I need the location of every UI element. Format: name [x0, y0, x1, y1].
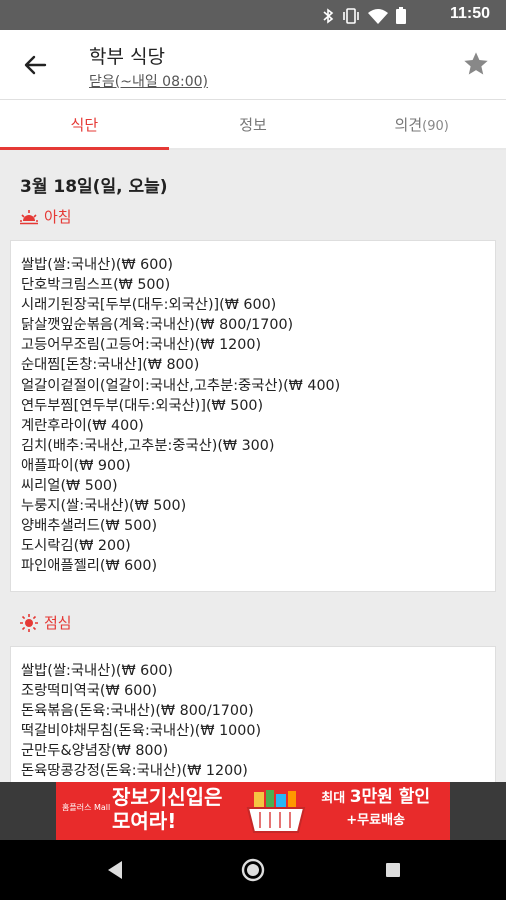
page-title: 학부 식당: [89, 46, 165, 68]
sun-icon: [20, 613, 38, 632]
menu-item: 단호박크림스프(₩ 500): [21, 277, 171, 294]
menu-item: 애플파이(₩ 900): [21, 457, 131, 474]
menu-item: 조랑떡미역국(₩ 600): [21, 683, 158, 700]
ad-margin-left: [0, 782, 56, 840]
ad-banner[interactable]: 홈플러스 Mall 장보기신입은 모여라! 최대 3만원 할인 +무료배송: [56, 782, 450, 840]
menu-item: 계란후라이(₩ 400): [21, 417, 144, 434]
review-count: (90): [422, 119, 449, 134]
menu-list: 쌀밥(쌀:국내산)(₩ 600) 단호박크림스프(₩ 500) 시래기된장국[두…: [11, 241, 495, 591]
meal-header-lunch: 점심: [20, 612, 72, 633]
menu-item: 연두부찜[연두부(대두:외국산)](₩ 500): [21, 397, 264, 414]
menu-item: 닭살깻잎순볶음(계육:국내산)(₩ 800/1700): [21, 317, 294, 334]
app-bar: 학부 식당 닫음(~내일 08:00): [0, 30, 506, 100]
menu-item: 시래기된장국[두부(대두:외국산)](₩ 600): [21, 297, 277, 314]
menu-item: 씨리얼(₩ 500): [21, 478, 118, 495]
home-circle-icon[interactable]: [238, 855, 268, 885]
meal-header-breakfast: 아침: [20, 206, 72, 227]
meal-name: 점심: [44, 614, 72, 632]
menu-item: 돈육땅콩강정(돈육:국내산)(₩ 1200): [21, 763, 248, 780]
tab-info[interactable]: 정보: [169, 100, 338, 148]
meal-name: 아침: [44, 208, 72, 226]
ad-headline: 장보기신입은 모여라!: [112, 785, 222, 833]
status-icons: [322, 7, 406, 24]
menu-item: 얼갈이겉절이(얼갈이:국내산,고추분:중국산)(₩ 400): [21, 377, 341, 394]
star-icon[interactable]: [462, 50, 490, 78]
menu-item: 고등어무조림(고등어:국내산)(₩ 1200): [21, 337, 262, 354]
menu-card-lunch: 쌀밥(쌀:국내산)(₩ 600) 조랑떡미역국(₩ 600) 돈육볶음(돈육:국…: [10, 646, 496, 782]
menu-card-breakfast: 쌀밥(쌀:국내산)(₩ 600) 단호박크림스프(₩ 500) 시래기된장국[두…: [10, 240, 496, 592]
menu-item: 돈육볶음(돈육:국내산)(₩ 800/1700): [21, 703, 254, 720]
status-bar: 11:50: [0, 0, 506, 30]
clock: 11:50: [449, 5, 490, 22]
arrow-back-icon[interactable]: [20, 50, 50, 80]
menu-item: 양배추샐러드(₩ 500): [21, 518, 158, 535]
ad-brand: 홈플러스 Mall: [62, 803, 111, 812]
vibrate-icon: [343, 7, 359, 24]
system-nav-bar: [0, 840, 506, 900]
hours-link[interactable]: 닫음(~내일 08:00): [89, 71, 208, 91]
menu-item: 쌀밥(쌀:국내산)(₩ 600): [21, 257, 174, 273]
menu-item: 쌀밥(쌀:국내산)(₩ 600): [21, 663, 174, 679]
ad-promo-prefix: 최대: [321, 791, 346, 806]
ad-margin-right: [450, 782, 506, 840]
menu-item: 순대찜[돈창:국내산](₩ 800): [21, 357, 200, 374]
menu-list: 쌀밥(쌀:국내산)(₩ 600) 조랑떡미역국(₩ 600) 돈육볶음(돈육:국…: [11, 647, 495, 782]
ad-promo-discount: 3만원 할인: [349, 787, 430, 807]
tab-menu[interactable]: 식단: [0, 100, 169, 150]
ad-promo: 최대 3만원 할인 +무료배송: [321, 786, 430, 832]
screen: 11:50 학부 식당 닫음(~내일 08:00) 식단 정보 의견(90) 3…: [0, 0, 506, 900]
ad-promo-shipping: +무료배송: [346, 813, 405, 828]
bluetooth-icon: [323, 7, 334, 24]
menu-item: 군만두&양념장(₩ 800): [21, 743, 169, 760]
tab-reviews[interactable]: 의견(90): [337, 100, 506, 148]
tab-label: 의견: [394, 116, 423, 134]
menu-item: 누룽지(쌀:국내산)(₩ 500): [21, 498, 187, 515]
sunrise-icon: [20, 209, 38, 224]
menu-item: 도시락김(₩ 200): [21, 538, 131, 555]
tab-bar: 식단 정보 의견(90): [0, 100, 506, 150]
shopping-cart-icon: [246, 790, 306, 833]
ad-headline-line2: 모여라!: [112, 809, 177, 833]
back-triangle-icon[interactable]: [100, 855, 130, 885]
tab-label: 정보: [239, 116, 267, 134]
menu-item: 떡갈비야채무침(돈육:국내산)(₩ 1000): [21, 723, 262, 740]
recents-square-icon[interactable]: [378, 855, 408, 885]
wifi-icon: [368, 8, 388, 24]
menu-item: 김치(배추:국내산,고추분:중국산)(₩ 300): [21, 437, 275, 454]
battery-icon: [396, 7, 406, 24]
tab-label: 식단: [70, 116, 99, 134]
menu-date: 3월 18일(일, 오늘): [20, 177, 168, 197]
menu-content[interactable]: 3월 18일(일, 오늘) 아침 쌀밥(쌀:국내산)(₩ 600) 단호박크림스…: [0, 152, 506, 782]
ad-headline-line1: 장보기신입은: [112, 785, 223, 809]
menu-item: 파인애플젤리(₩ 600): [21, 558, 158, 575]
